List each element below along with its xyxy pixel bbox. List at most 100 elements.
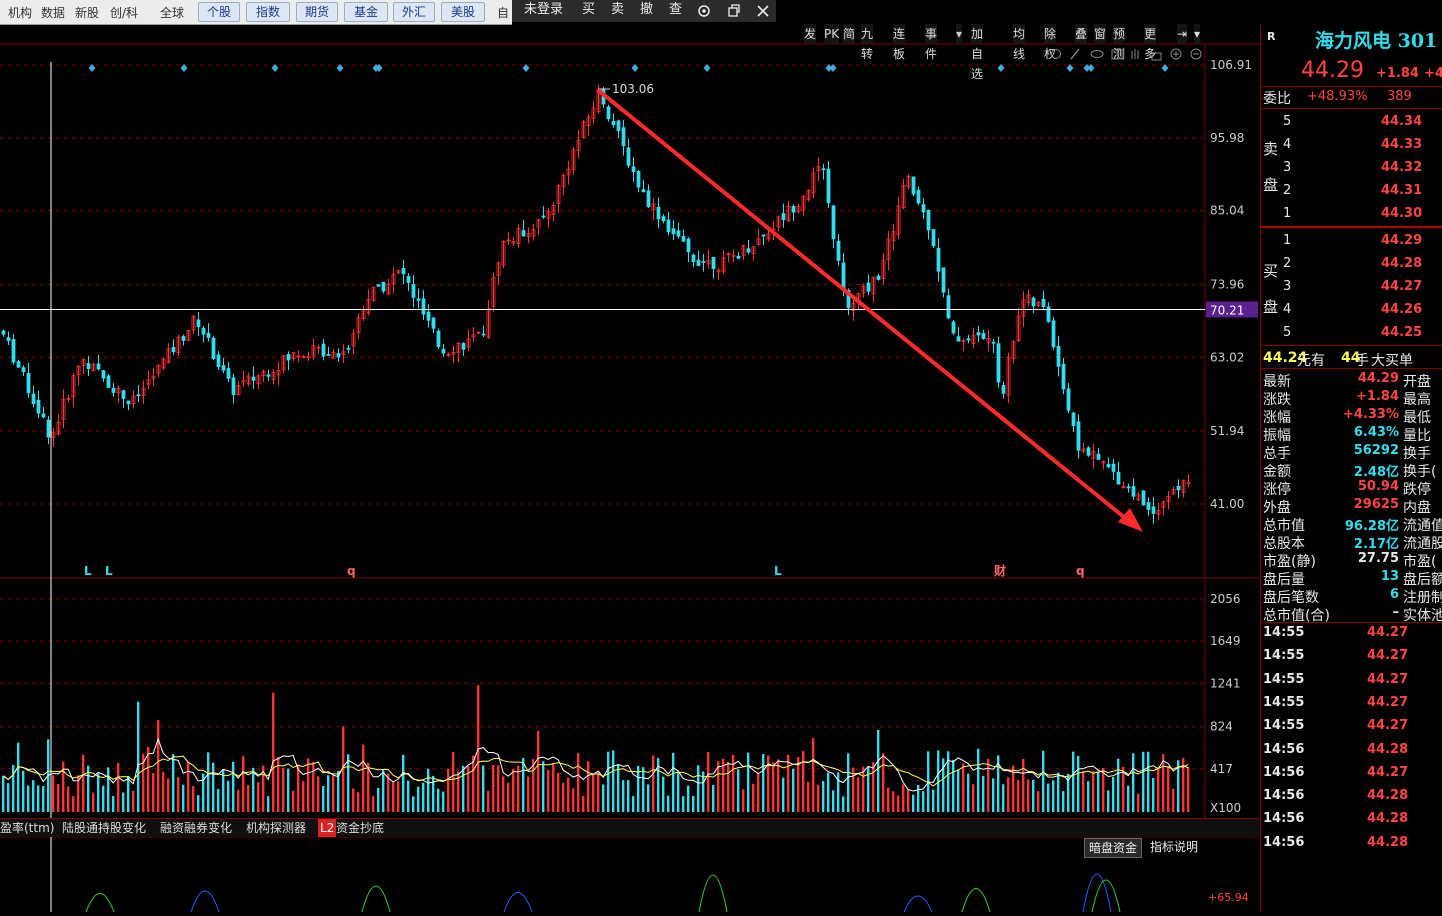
big-order-text2: 手 <box>1355 353 1369 369</box>
stat-value: 44.29 <box>1357 371 1399 386</box>
volume-bar <box>227 780 230 812</box>
weibi-value: +48.93% <box>1307 89 1368 104</box>
volume-bar <box>632 796 635 812</box>
buy-price-2[interactable]: 44.28 <box>1381 256 1422 271</box>
tab-stock[interactable]: 个股 <box>198 2 240 22</box>
event-marker-label: q <box>1076 564 1085 578</box>
tool-publish[interactable]: 发 <box>804 24 817 44</box>
volume-bar <box>607 751 610 812</box>
tab-forex[interactable]: 外汇 <box>393 2 435 22</box>
tab-futures[interactable]: 期货 <box>296 2 338 22</box>
menu-item-global[interactable]: 全球 <box>160 0 184 24</box>
menu-item-chinext[interactable]: 创/科 <box>110 0 138 24</box>
kline-chart-area[interactable]: 106.91 95.98 85.04 73.96 63.02 51.94 41.00 2056… <box>0 22 1260 913</box>
tool-add-favorite[interactable]: 加自选 <box>971 24 984 81</box>
tool-nine-turn[interactable]: 九转 <box>861 24 874 61</box>
pen-icon[interactable] <box>1070 48 1080 60</box>
sell-price-1[interactable]: 44.30 <box>1381 206 1422 221</box>
menu-item-cut[interactable]: 自 <box>497 0 509 24</box>
sell-price-2[interactable]: 44.31 <box>1381 183 1422 198</box>
volume-bar <box>167 778 170 812</box>
sell-price-3[interactable]: 44.32 <box>1381 160 1422 175</box>
menu-item-new-stock[interactable]: 新股 <box>75 0 99 24</box>
collapse-panel-icon[interactable]: ⇥ <box>1177 24 1188 44</box>
indicator-help-button[interactable]: 指标说明 <box>1146 838 1202 856</box>
stat-value: 2.48亿 <box>1353 465 1399 480</box>
tab-institution-detector[interactable]: 机构探测器 <box>246 819 306 837</box>
tool-continuous-limit[interactable]: 连板 <box>893 24 906 61</box>
candle-body <box>781 213 786 221</box>
settings-gear-icon[interactable] <box>696 3 712 19</box>
tool-more[interactable]: 更多 <box>1144 24 1157 61</box>
volume-bar <box>317 776 320 812</box>
stat-label-right: 盘后额 <box>1403 572 1442 588</box>
price-change-pct: +4. <box>1424 66 1442 81</box>
sell-price-4[interactable]: 44.33 <box>1381 137 1422 152</box>
sell-level-2: 2 <box>1283 183 1292 198</box>
menu-item-institution[interactable]: 机构 <box>8 0 32 24</box>
chevron-down-icon[interactable]: ▾ <box>956 24 963 44</box>
tool-ex-rights[interactable]: 除权 <box>1044 24 1057 61</box>
tab-northbound-holdings[interactable]: 陆股通持股变化 <box>62 819 146 837</box>
settings-icon[interactable] <box>1051 49 1061 59</box>
kline-chart-svg[interactable]: 106.91 95.98 85.04 73.96 63.02 51.94 41.00 2056… <box>0 22 1260 913</box>
tab-fund[interactable]: 基金 <box>344 2 388 22</box>
tool-pk[interactable]: PK <box>824 24 840 44</box>
tool-forecast[interactable]: 预测 <box>1113 24 1126 61</box>
tab-us-stock[interactable]: 美股 <box>441 2 485 22</box>
candle-body <box>431 317 436 329</box>
hand-icon[interactable] <box>1131 49 1139 59</box>
stock-name[interactable]: 海力风电 301 <box>1315 26 1437 53</box>
tab-margin-trading[interactable]: 融资融券变化 <box>160 819 232 837</box>
tool-event[interactable]: 事件 <box>925 24 938 61</box>
drawing-tools <box>1051 48 1202 61</box>
volume-bar <box>682 796 685 812</box>
volume-bar <box>82 754 85 812</box>
sell-price-5[interactable]: 44.34 <box>1381 114 1422 129</box>
downtrend-arrow-line <box>596 88 1132 524</box>
lock-icon[interactable] <box>1151 52 1162 61</box>
volume-bar <box>957 769 960 812</box>
tick-time: 14:55 <box>1263 694 1305 710</box>
volume-bar <box>842 796 845 812</box>
dark-pool-fund-button[interactable]: 暗盘资金 <box>1084 838 1143 858</box>
tool-moving-average[interactable]: 均线 <box>1013 24 1026 61</box>
buy-price-5[interactable]: 44.25 <box>1381 325 1422 340</box>
sell-level-4: 4 <box>1283 137 1292 152</box>
volume-bar <box>307 758 310 812</box>
volume-bar <box>812 738 815 812</box>
query-button[interactable]: 查 <box>669 0 682 22</box>
tab-index[interactable]: 指数 <box>246 2 290 22</box>
tool-overlay[interactable]: 叠 <box>1075 24 1088 44</box>
tab-pe-ttm[interactable]: 盈率(ttm) <box>0 819 54 837</box>
tab-bottom-fishing[interactable]: 资金抄底 <box>336 819 384 837</box>
close-icon[interactable] <box>755 3 771 19</box>
tool-window[interactable]: 窗 <box>1094 24 1107 44</box>
stat-label: 总市值 <box>1263 518 1305 534</box>
volume-bar <box>502 776 505 812</box>
cancel-order-button[interactable]: 撤 <box>640 0 653 22</box>
tick-time: 14:56 <box>1263 741 1305 757</box>
sell-button[interactable]: 卖 <box>611 0 624 22</box>
delete-icon[interactable] <box>1111 49 1123 60</box>
restore-window-icon[interactable] <box>726 3 742 19</box>
login-status[interactable]: 未登录 <box>524 0 563 22</box>
eye-icon[interactable] <box>1090 50 1104 58</box>
stat-label-right: 流通值 <box>1403 518 1442 534</box>
indicator-curve <box>85 893 115 913</box>
candle-body <box>521 230 526 237</box>
menu-item-data[interactable]: 数据 <box>41 0 65 24</box>
buy-price-3[interactable]: 44.27 <box>1381 279 1422 294</box>
candlesticks <box>1 84 1191 524</box>
panel-menu-chevron-icon[interactable]: ▾ <box>1194 24 1201 44</box>
sell-level-1: 1 <box>1283 206 1292 221</box>
buy-button[interactable]: 买 <box>582 0 595 22</box>
volume-tick-label: 417 <box>1210 762 1233 776</box>
buy-price-4[interactable]: 44.26 <box>1381 302 1422 317</box>
tool-simple[interactable]: 简 <box>843 24 856 44</box>
volume-bar <box>892 791 895 812</box>
candle-body <box>1151 506 1156 514</box>
volume-bar <box>647 784 650 812</box>
candle-body <box>266 374 271 377</box>
buy-price-1[interactable]: 44.29 <box>1381 233 1422 248</box>
